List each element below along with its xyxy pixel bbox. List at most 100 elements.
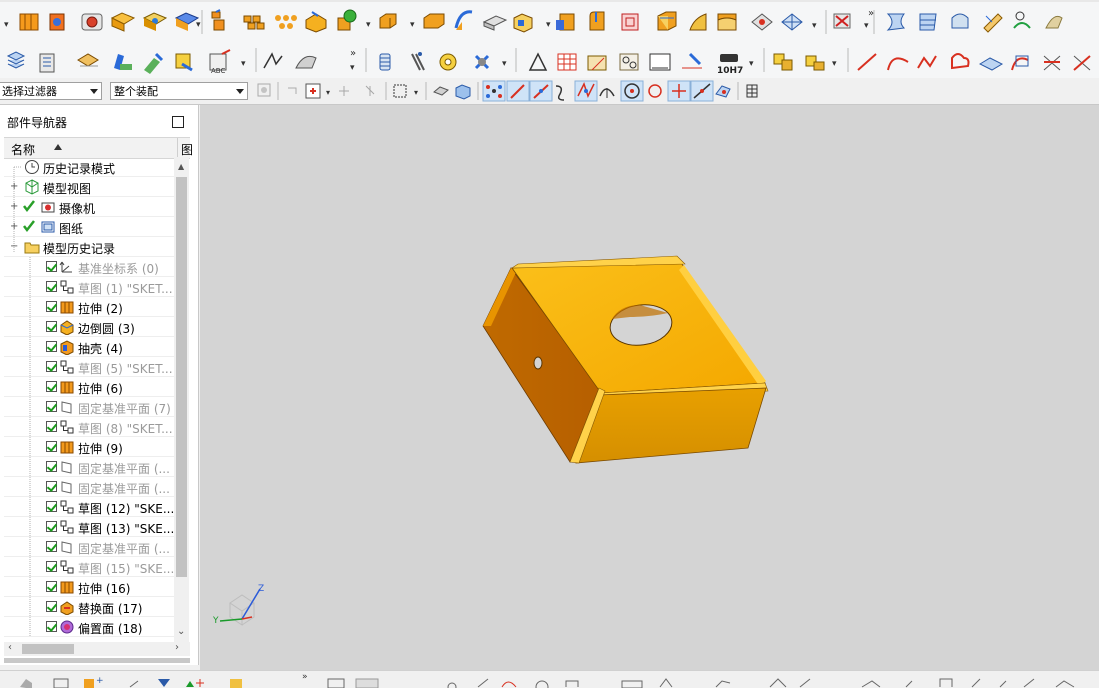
feature-row[interactable]: 固定基准平面 (... <box>4 477 174 497</box>
hole-icon[interactable] <box>81 13 103 31</box>
bridge-surface-icon[interactable] <box>951 13 969 29</box>
triangle-icon[interactable] <box>528 52 548 71</box>
swept-surface-icon[interactable] <box>983 13 1003 33</box>
visibility-checkbox[interactable] <box>46 321 57 332</box>
arc-center-icon[interactable] <box>599 88 615 98</box>
grid-icon[interactable] <box>746 84 758 98</box>
feature-select-icon[interactable] <box>433 86 449 96</box>
boss-icon[interactable] <box>110 12 136 32</box>
feature-row[interactable]: 替换面 (17) <box>4 597 174 617</box>
gdt-icon[interactable]: 10H7 <box>717 54 743 76</box>
scrollbar-thumb[interactable] <box>176 177 187 577</box>
dropdown-arrow-icon[interactable]: ▾ <box>414 88 418 97</box>
rotate-icon[interactable] <box>129 680 139 688</box>
more-toolbar-icon[interactable]: » <box>302 672 308 682</box>
datum-point-icon[interactable] <box>305 11 327 33</box>
visibility-checkbox[interactable] <box>46 561 57 572</box>
law-extension-icon[interactable] <box>919 13 937 31</box>
collapse-icon[interactable]: − <box>10 242 18 252</box>
feature-row[interactable]: 固定基准平面 (... <box>4 457 174 477</box>
dropdown-arrow-icon[interactable]: ▾ <box>832 59 837 69</box>
visibility-checkbox[interactable] <box>46 301 57 312</box>
point-on-surface-icon[interactable] <box>715 85 731 98</box>
expand-icon[interactable]: + <box>10 202 18 212</box>
face-blend-icon[interactable] <box>657 11 677 31</box>
combine-icon[interactable] <box>275 15 297 29</box>
component-icon[interactable] <box>773 53 793 71</box>
curve-on-surface-icon[interactable] <box>1011 55 1029 71</box>
dropdown-arrow-icon[interactable]: ▾ <box>196 20 201 30</box>
quick-pick-icon[interactable] <box>365 85 375 96</box>
isocline-icon[interactable] <box>295 55 317 69</box>
section-curve-icon[interactable] <box>263 52 283 69</box>
offset-region-icon[interactable] <box>482 15 508 31</box>
column-picture-header[interactable]: 图 <box>181 141 193 158</box>
thicken-icon[interactable] <box>717 13 737 31</box>
delete-face-icon[interactable] <box>689 13 707 31</box>
feature-row[interactable]: 草图 (8) "SKET... <box>4 417 174 437</box>
sweep-icon[interactable] <box>423 13 445 29</box>
curve-network-icon[interactable] <box>1013 11 1031 29</box>
more-left-icon[interactable]: ▾ <box>4 20 9 30</box>
visibility-checkbox[interactable] <box>46 401 57 412</box>
control-point-icon[interactable] <box>555 85 565 101</box>
tree-node-drawings[interactable]: + 图纸 <box>4 217 174 237</box>
scroll-up-icon[interactable]: ▲ <box>178 162 184 171</box>
spline-icon[interactable] <box>917 55 937 69</box>
feature-row[interactable]: 拉伸 (6) <box>4 377 174 397</box>
shell-icon[interactable] <box>513 13 533 33</box>
more-toolbar-icon[interactable]: » <box>868 8 874 19</box>
visibility-checkbox[interactable] <box>46 481 57 492</box>
visibility-checkbox[interactable] <box>46 381 57 392</box>
visibility-checkbox[interactable] <box>46 261 57 272</box>
layer-settings-icon[interactable] <box>6 51 26 69</box>
edge-blend-icon[interactable] <box>589 11 605 31</box>
visibility-checkbox[interactable] <box>46 581 57 592</box>
dropdown-arrow-icon[interactable]: ▾ <box>864 21 869 31</box>
visibility-checkbox[interactable] <box>46 421 57 432</box>
select-all-icon[interactable] <box>257 83 271 97</box>
trim-body-icon[interactable] <box>556 13 575 31</box>
visibility-checkbox[interactable] <box>46 361 57 372</box>
dropdown-arrow-icon[interactable]: ▾ <box>546 20 551 30</box>
feature-row[interactable]: 草图 (5) "SKET... <box>4 357 174 377</box>
feature-row[interactable]: 固定基准平面 (7) <box>4 397 174 417</box>
edit-object-display-icon[interactable] <box>77 53 99 67</box>
pocket-icon[interactable] <box>142 12 168 31</box>
dropdown-arrow-icon[interactable]: ▾ <box>812 21 817 31</box>
scrollbar-thumb[interactable] <box>22 644 74 654</box>
emboss-icon[interactable] <box>211 9 225 31</box>
dropdown-arrow-icon[interactable]: ▾ <box>749 59 754 69</box>
spring-icon[interactable] <box>411 52 425 71</box>
tree-node-model-views[interactable]: + 模型视图 <box>4 177 174 197</box>
sheetmetal-icon[interactable] <box>978 57 1004 71</box>
table-icon[interactable] <box>557 53 577 71</box>
block-icon[interactable] <box>337 9 357 31</box>
scroll-right-icon[interactable]: › <box>175 642 179 653</box>
feature-row[interactable]: 抽壳 (4) <box>4 337 174 357</box>
visibility-checkbox[interactable] <box>46 541 57 552</box>
visibility-checkbox[interactable] <box>46 621 57 632</box>
deselect-icon[interactable] <box>288 87 297 94</box>
visibility-checkbox[interactable] <box>46 461 57 472</box>
dropdown-arrow-icon[interactable]: ▾ <box>350 63 355 73</box>
rectangle-select-icon[interactable] <box>393 84 407 98</box>
replace-face-icon[interactable] <box>114 54 132 70</box>
feature-row[interactable]: 草图 (1) "SKET... <box>4 277 174 297</box>
feature-row[interactable]: 草图 (13) "SKE... <box>4 517 174 537</box>
visibility-checkbox[interactable] <box>46 501 57 512</box>
extract-geometry-icon[interactable] <box>751 13 773 31</box>
profile-icon[interactable] <box>951 53 970 70</box>
quadrant-icon[interactable] <box>648 84 662 98</box>
panel-splitter[interactable] <box>4 658 190 663</box>
snap-point-icon[interactable] <box>339 86 349 96</box>
section-view-icon[interactable] <box>158 679 170 687</box>
dropdown-arrow-icon[interactable]: ▾ <box>502 59 507 69</box>
extrude-icon[interactable] <box>19 13 39 31</box>
feature-row[interactable]: 边倒圆 (3) <box>4 317 174 337</box>
project-curve-icon[interactable] <box>1043 55 1061 71</box>
feature-row[interactable]: 固定基准平面 (... <box>4 537 174 557</box>
synchronous-move-icon[interactable] <box>144 52 164 74</box>
selection-intent-icon[interactable] <box>305 83 321 99</box>
maximize-icon[interactable] <box>172 116 184 128</box>
